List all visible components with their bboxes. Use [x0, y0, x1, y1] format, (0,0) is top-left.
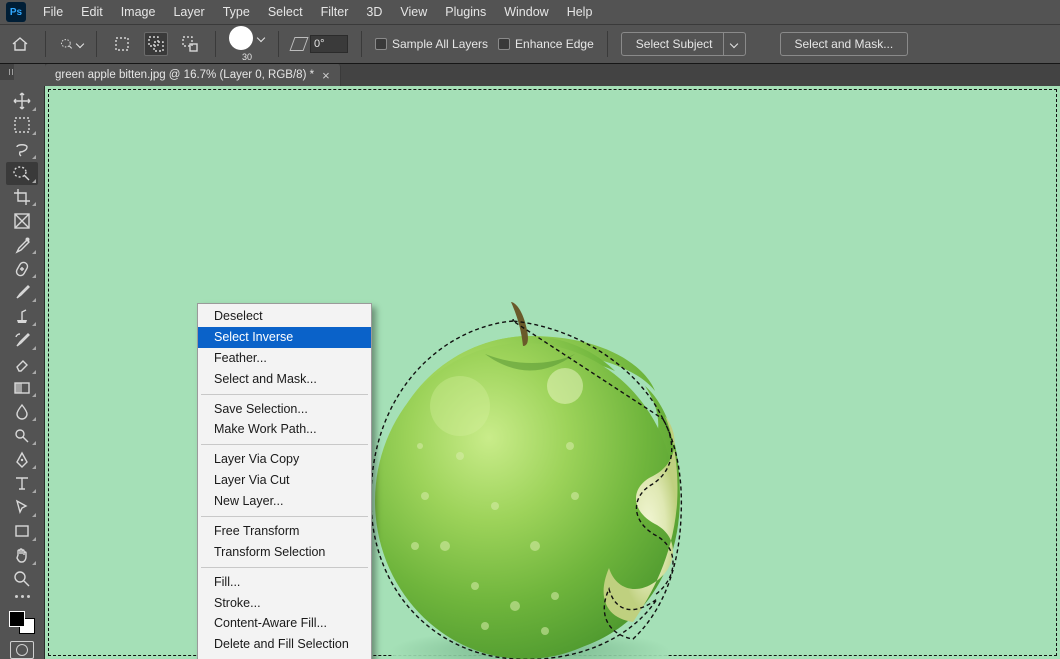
- menu-image[interactable]: Image: [112, 3, 165, 21]
- zoom-tool[interactable]: [6, 568, 38, 591]
- ctx-transform-selection[interactable]: Transform Selection: [198, 542, 371, 563]
- quick-mask-toggle[interactable]: [10, 641, 34, 659]
- panel-collapse-handle[interactable]: [0, 64, 14, 80]
- brush-tool[interactable]: [6, 281, 38, 304]
- document-tab-bar: green apple bitten.jpg @ 16.7% (Layer 0,…: [45, 64, 1060, 86]
- brush-size-label: 30: [242, 52, 252, 62]
- options-bar: 30 Sample All Layers Enhance Edge Select…: [0, 24, 1060, 64]
- separator: [96, 31, 97, 57]
- menu-select[interactable]: Select: [259, 3, 312, 21]
- clone-stamp-tool[interactable]: [6, 305, 38, 328]
- ctx-delete-and-fill[interactable]: Delete and Fill Selection: [198, 634, 371, 655]
- ctx-new-layer[interactable]: New Layer...: [198, 491, 371, 512]
- eraser-tool[interactable]: [6, 353, 38, 376]
- ctx-make-work-path[interactable]: Make Work Path...: [198, 419, 371, 440]
- ctx-separator: [201, 567, 368, 568]
- path-selection-tool[interactable]: [6, 496, 38, 519]
- ctx-separator: [201, 444, 368, 445]
- ctx-separator: [201, 516, 368, 517]
- select-subject-dropdown[interactable]: [723, 33, 745, 55]
- ctx-layer-via-cut[interactable]: Layer Via Cut: [198, 470, 371, 491]
- foreground-background-colors[interactable]: [9, 611, 35, 634]
- angle-icon: [289, 37, 308, 51]
- separator: [45, 31, 46, 57]
- new-selection-button[interactable]: [110, 32, 134, 56]
- menu-filter[interactable]: Filter: [312, 3, 358, 21]
- crop-tool[interactable]: [6, 186, 38, 209]
- menu-file[interactable]: File: [34, 3, 72, 21]
- sample-all-layers-label: Sample All Layers: [392, 37, 488, 51]
- select-and-mask-button[interactable]: Select and Mask...: [780, 32, 909, 56]
- select-and-mask-label: Select and Mask...: [795, 37, 894, 51]
- toolbox: [0, 86, 45, 659]
- document-tab-title: green apple bitten.jpg @ 16.7% (Layer 0,…: [55, 69, 314, 81]
- close-tab-button[interactable]: ×: [322, 68, 330, 83]
- separator: [607, 31, 608, 57]
- ctx-free-transform[interactable]: Free Transform: [198, 521, 371, 542]
- menu-edit[interactable]: Edit: [72, 3, 112, 21]
- foreground-color-swatch[interactable]: [9, 611, 25, 627]
- select-subject-label: Select Subject: [636, 37, 713, 51]
- menu-plugins[interactable]: Plugins: [436, 3, 495, 21]
- tool-preset-picker[interactable]: [59, 32, 83, 56]
- ctx-deselect[interactable]: Deselect: [198, 306, 371, 327]
- rectangle-tool[interactable]: [6, 520, 38, 543]
- blur-tool[interactable]: [6, 400, 38, 423]
- menu-3d[interactable]: 3D: [357, 3, 391, 21]
- ctx-select-inverse[interactable]: Select Inverse: [198, 327, 371, 348]
- move-tool[interactable]: [6, 90, 38, 113]
- checkbox-icon: [375, 38, 387, 50]
- eyedropper-tool[interactable]: [6, 233, 38, 256]
- menu-help[interactable]: Help: [558, 3, 602, 21]
- menu-window[interactable]: Window: [495, 3, 557, 21]
- ctx-select-and-mask[interactable]: Select and Mask...: [198, 369, 371, 390]
- brush-picker[interactable]: 30: [229, 26, 265, 62]
- add-to-selection-button[interactable]: [144, 32, 168, 56]
- sample-all-layers-checkbox[interactable]: Sample All Layers: [375, 37, 488, 51]
- edit-toolbar-button[interactable]: [10, 595, 34, 604]
- ctx-content-aware-fill[interactable]: Content-Aware Fill...: [198, 613, 371, 634]
- brush-angle-input[interactable]: [310, 35, 348, 53]
- history-brush-tool[interactable]: [6, 329, 38, 352]
- enhance-edge-checkbox[interactable]: Enhance Edge: [498, 37, 594, 51]
- subtract-from-selection-button[interactable]: [178, 32, 202, 56]
- home-button[interactable]: [8, 32, 32, 56]
- brush-angle-field[interactable]: [292, 35, 348, 53]
- healing-brush-tool[interactable]: [6, 257, 38, 280]
- menu-layer[interactable]: Layer: [164, 3, 213, 21]
- frame-tool[interactable]: [6, 209, 38, 232]
- brush-preview-icon: [229, 26, 253, 50]
- apple-selection-outline: [365, 319, 687, 659]
- ctx-save-selection[interactable]: Save Selection...: [198, 399, 371, 420]
- lasso-tool[interactable]: [6, 138, 38, 161]
- hand-tool[interactable]: [6, 544, 38, 567]
- menu-view[interactable]: View: [391, 3, 436, 21]
- app-logo: Ps: [6, 2, 26, 22]
- context-menu: Deselect Select Inverse Feather... Selec…: [197, 303, 372, 659]
- ctx-feather[interactable]: Feather...: [198, 348, 371, 369]
- separator: [215, 31, 216, 57]
- marquee-tool[interactable]: [6, 114, 38, 137]
- separator: [278, 31, 279, 57]
- type-tool[interactable]: [6, 472, 38, 495]
- menu-type[interactable]: Type: [214, 3, 259, 21]
- select-subject-button[interactable]: Select Subject: [621, 32, 746, 56]
- ctx-fill[interactable]: Fill...: [198, 572, 371, 593]
- dodge-tool[interactable]: [6, 424, 38, 447]
- gradient-tool[interactable]: [6, 377, 38, 400]
- ctx-stroke[interactable]: Stroke...: [198, 593, 371, 614]
- checkbox-icon: [498, 38, 510, 50]
- document-canvas[interactable]: Deselect Select Inverse Feather... Selec…: [45, 86, 1060, 659]
- quick-selection-tool[interactable]: [6, 162, 38, 185]
- ctx-separator: [201, 394, 368, 395]
- pen-tool[interactable]: [6, 448, 38, 471]
- document-tab[interactable]: green apple bitten.jpg @ 16.7% (Layer 0,…: [45, 64, 341, 86]
- enhance-edge-label: Enhance Edge: [515, 37, 594, 51]
- ctx-layer-via-copy[interactable]: Layer Via Copy: [198, 449, 371, 470]
- app-logo-text: Ps: [10, 7, 22, 18]
- menu-bar: Ps File Edit Image Layer Type Select Fil…: [0, 0, 1060, 24]
- separator: [361, 31, 362, 57]
